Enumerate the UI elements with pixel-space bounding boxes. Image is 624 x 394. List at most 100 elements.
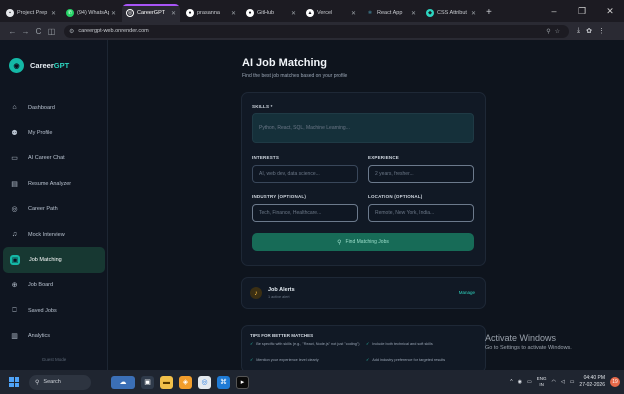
tab-github[interactable]: ● GitHub ✕ (242, 4, 300, 22)
sidebar-item-label: Resume Analyzer (28, 180, 72, 187)
close-icon[interactable]: ✕ (231, 10, 236, 17)
sidebar-item-mock-interview[interactable]: ♫ Mock Interview (0, 222, 108, 247)
language-indicator[interactable]: ENG IN (537, 376, 547, 388)
sparkle-icon: ✓ (250, 358, 254, 362)
briefcase-icon: ▣ (10, 255, 20, 266)
bell-icon: ♪ (250, 287, 262, 299)
tab-whatsapp[interactable]: ✆ (94) WhatsApp ✕ (62, 4, 120, 22)
tips-card: TIPS FOR BETTER MATCHES ✓ Be specific wi… (241, 325, 486, 373)
clock[interactable]: 04:40 PM 27-02-2026 (579, 375, 605, 389)
close-icon[interactable]: ✕ (111, 10, 116, 17)
sidebar-item-dashboard[interactable]: ⌂ Dashboard (0, 95, 108, 120)
location-input[interactable]: Remote, New York, India... (368, 204, 474, 222)
tab-title: prasanna (197, 10, 220, 16)
minimize-icon[interactable]: – (540, 6, 568, 16)
windows-start-icon[interactable] (9, 377, 19, 387)
tab-careergpt[interactable]: ◎ CareerGPT ✕ (122, 4, 180, 22)
github-icon: ● (186, 9, 194, 17)
file-explorer-icon[interactable]: ▬ (160, 375, 173, 389)
wifi-icon[interactable]: ◠ (551, 379, 555, 385)
watermark-title: Activate Windows (485, 333, 557, 343)
sidebar-item-saved-jobs[interactable]: ⎕ Saved Jobs (0, 298, 108, 323)
chrome-icon[interactable]: ◎ (198, 375, 211, 389)
close-icon[interactable]: ✕ (471, 10, 476, 17)
experience-label: EXPERIENCE (368, 155, 400, 160)
sidebar-item-career-path[interactable]: ◎ Career Path (0, 197, 108, 222)
sidebar-item-job-matching[interactable]: ▣ Job Matching (3, 247, 105, 273)
forward-arrow-icon[interactable]: → (19, 27, 32, 36)
browser-tab-strip: ▪ Project Prep ✕ ✆ (94) WhatsApp ✕ ◎ Car… (0, 0, 624, 22)
widgets-icon[interactable]: ☁ (111, 375, 135, 389)
network-icon[interactable]: ◉ (518, 379, 522, 385)
site-info-icon[interactable]: ⚙ (69, 28, 74, 35)
task-view-icon[interactable]: ▣ (141, 375, 154, 389)
close-icon[interactable]: ✕ (411, 10, 416, 17)
sidebar-item-label: Dashboard (28, 104, 55, 111)
close-icon[interactable]: ✕ (351, 10, 356, 17)
system-tray: ^ ◉ ▭ ENG IN ◠ ◁ ▭ 04:40 PM 27-02-2026 19 (510, 370, 620, 394)
tab-title: CareerGPT (137, 10, 166, 16)
sidebar-item-ai-career-chat[interactable]: ▭ AI Career Chat (0, 146, 108, 171)
interests-placeholder: AI, web dev, data science... (259, 171, 320, 177)
menu-kebab-icon[interactable]: ⋮ (598, 27, 605, 35)
find-button-label: Find Matching Jobs (345, 239, 389, 245)
close-window-icon[interactable]: ✕ (596, 6, 624, 17)
tab-title: Vercel (317, 10, 333, 16)
experience-input[interactable]: 2 years, fresher... (368, 165, 474, 183)
dashboard-icon: ⌂ (12, 104, 17, 112)
tab-prasanna[interactable]: ● prasanna ✕ (182, 4, 240, 22)
compass-icon: ◉ (9, 58, 24, 73)
taskbar-search[interactable]: ⚲ Search (29, 374, 91, 390)
close-icon[interactable]: ✕ (171, 10, 176, 17)
brand[interactable]: ◉ CareerGPT (9, 58, 69, 73)
battery-icon[interactable]: ▭ (570, 379, 575, 385)
language-line1: ENG (536, 376, 547, 381)
notification-badge[interactable]: 19 (610, 377, 620, 387)
chart-icon: ▥ (11, 333, 18, 341)
browser-toolbar: ← → C ◫ ⚙ careergpt-web.onrender.com ⚲☆ … (0, 22, 624, 40)
terminal-icon[interactable]: ▸ (236, 375, 249, 389)
sidebar-footer: Guest Mode (41, 357, 67, 362)
tab-react-app[interactable]: ⚛ React App ✕ (362, 4, 420, 22)
chevron-up-icon[interactable]: ^ (510, 379, 512, 385)
github-icon: ● (246, 9, 254, 17)
main-content: AI Job Matching Find the best job matche… (108, 40, 624, 373)
job-alerts-title: Job Alerts (268, 287, 295, 293)
tab-title: Project Prep (17, 10, 48, 16)
tip-item: ✓ Mention your experience level clearly (250, 358, 366, 364)
zoom-icon[interactable]: ⚲ (546, 29, 554, 35)
extension-icon[interactable]: ✿ (586, 27, 592, 35)
interests-input[interactable]: AI, web dev, data science... (252, 165, 358, 183)
split-view-icon[interactable]: ◫ (45, 27, 58, 36)
sidebar-item-job-board[interactable]: ⊕ Job Board (0, 273, 108, 298)
tab-project-prep[interactable]: ▪ Project Prep ✕ (2, 4, 60, 22)
maximize-icon[interactable]: ❐ (568, 6, 596, 17)
sidebar-item-analytics[interactable]: ▥ Analytics (0, 324, 108, 349)
sidebar-item-resume-analyzer[interactable]: ▤ Resume Analyzer (0, 171, 108, 196)
keyboard-icon[interactable]: ▭ (527, 379, 532, 385)
close-icon[interactable]: ✕ (291, 10, 296, 17)
manage-alerts-link[interactable]: Manage (459, 290, 475, 295)
back-arrow-icon[interactable]: ← (6, 27, 19, 36)
find-matching-jobs-button[interactable]: ⚲ Find Matching Jobs (252, 233, 474, 251)
tab-vercel[interactable]: ▲ Vercel ✕ (302, 4, 360, 22)
volume-icon[interactable]: ◁ (561, 379, 565, 385)
activate-windows-watermark: Activate Windows Go to Settings to activ… (485, 333, 572, 351)
skills-input[interactable]: Python, React, SQL, Machine Learning... (252, 113, 474, 143)
vscode-icon[interactable]: ⌘ (217, 375, 230, 389)
tab-title: (94) WhatsApp (77, 10, 109, 16)
tips-title: TIPS FOR BETTER MATCHES (250, 333, 314, 338)
office-icon[interactable]: ◈ (179, 375, 192, 389)
web-viewport: ◉ CareerGPT ⌂ Dashboard ⚉ My Profile ▭ A… (0, 40, 624, 373)
industry-input[interactable]: Tech, Finance, Healthcare... (252, 204, 358, 222)
clock-time: 04:40 PM (583, 375, 605, 381)
tab-css-attribute[interactable]: ◆ CSS Attribut ✕ (422, 4, 480, 22)
bookmark-star-icon[interactable]: ☆ (555, 29, 564, 35)
tip-text: Include both technical and soft skills (372, 342, 433, 346)
download-icon[interactable]: ⤓ (577, 27, 580, 35)
sidebar-item-my-profile[interactable]: ⚉ My Profile (0, 120, 108, 145)
address-bar[interactable]: ⚙ careergpt-web.onrender.com ⚲☆ (64, 24, 569, 38)
reload-icon[interactable]: C (32, 27, 45, 36)
new-tab-button[interactable]: + (486, 4, 492, 22)
close-icon[interactable]: ✕ (51, 10, 56, 17)
